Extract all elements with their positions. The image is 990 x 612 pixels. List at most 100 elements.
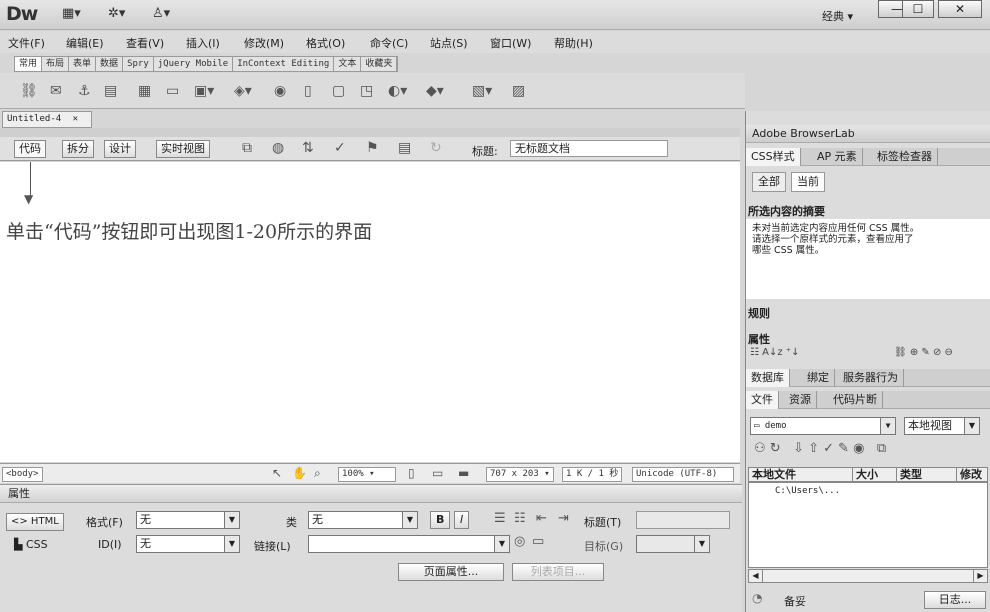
tab-data[interactable]: 数据	[96, 57, 124, 71]
rules-heading[interactable]: 规则	[748, 305, 770, 321]
css-mode-all[interactable]: 全部	[752, 172, 786, 192]
tab-text[interactable]: 文本	[334, 57, 362, 71]
file-row[interactable]: C:\Users\...	[775, 486, 840, 496]
tab-incontext-editing[interactable]: InContext Editing	[233, 57, 335, 71]
menu-window[interactable]: 窗口(W)	[490, 35, 531, 51]
tab-jquery-mobile[interactable]: jQuery Mobile	[154, 57, 234, 71]
tab-server-behaviors[interactable]: 服务器行为	[838, 369, 904, 387]
multiscreen-icon[interactable]: ⧉	[242, 140, 252, 156]
properties-header[interactable]: 属性	[0, 485, 742, 503]
log-button[interactable]: 日志...	[924, 591, 986, 609]
ordered-list-icon[interactable]: ☷	[514, 511, 526, 526]
hyperlink-icon[interactable]: ⛓	[20, 83, 38, 99]
tab-bindings[interactable]: 绑定	[802, 369, 835, 387]
menu-help[interactable]: 帮助(H)	[554, 35, 593, 51]
id-select[interactable]: 无 ▼	[136, 535, 240, 553]
tab-ap-elements[interactable]: AP 元素	[812, 148, 863, 166]
horizontal-rule-icon[interactable]: ▤	[104, 83, 117, 99]
templates-icon[interactable]: ▨	[512, 83, 525, 99]
preview-browser-icon[interactable]: ◍	[272, 140, 284, 156]
css-mode-current[interactable]: 当前	[791, 172, 825, 192]
html-mode-button[interactable]: <> HTML	[6, 513, 64, 531]
image-icon[interactable]: ▣▾	[194, 83, 214, 99]
table-icon[interactable]: ▦	[138, 83, 151, 99]
email-link-icon[interactable]: ✉	[50, 83, 62, 99]
menu-view[interactable]: 查看(V)	[126, 35, 164, 51]
title-attr-input[interactable]	[636, 511, 730, 529]
div-icon[interactable]: ▭	[166, 83, 179, 99]
workspace-switcher[interactable]: 经典 ▾	[822, 8, 853, 24]
tab-css-styles[interactable]: CSS样式	[746, 148, 801, 166]
unordered-list-icon[interactable]: ☰	[494, 511, 506, 526]
css-mode-button[interactable]: ▙ CSS	[14, 538, 48, 551]
comment-icon[interactable]: ▢	[332, 83, 345, 99]
w3c-validation-icon[interactable]: ✓	[334, 140, 346, 156]
tab-layout[interactable]: 布局	[42, 57, 70, 71]
design-view-button[interactable]: 设计	[104, 140, 136, 158]
mobile-size-icon[interactable]: ▯	[408, 466, 415, 480]
close-button[interactable]: ✕	[938, 0, 982, 18]
maximize-button[interactable]: ☐	[902, 0, 934, 18]
desktop-size-icon[interactable]: ▬	[458, 466, 469, 480]
format-select[interactable]: 无 ▼	[136, 511, 240, 529]
menu-format[interactable]: 格式(O)	[306, 35, 345, 51]
indent-icon[interactable]: ⇥	[558, 511, 569, 526]
layout-icon[interactable]: ▦▾	[62, 6, 81, 21]
tab-databases[interactable]: 数据库	[746, 369, 790, 387]
menu-file[interactable]: 文件(F)	[8, 35, 45, 51]
select-tool-icon[interactable]: ↖	[272, 466, 282, 480]
class-select[interactable]: 无 ▼	[308, 511, 418, 529]
live-view-button[interactable]: 实时视图	[156, 140, 210, 158]
extend-icon[interactable]: ✲▾	[108, 6, 125, 21]
page-properties-button[interactable]: 页面属性...	[398, 563, 504, 581]
split-view-button[interactable]: 拆分	[62, 140, 94, 158]
script-icon[interactable]: ◐▾	[388, 83, 407, 99]
view-select[interactable]: 本地视图 ▼	[904, 417, 980, 435]
link-input[interactable]: ▼	[308, 535, 510, 553]
italic-button[interactable]: I	[454, 511, 470, 529]
file-list[interactable]: C:\Users\...	[748, 482, 988, 568]
document-tab[interactable]: Untitled-4 ✕	[2, 111, 92, 128]
tag-chooser-icon[interactable]: ▧▾	[472, 83, 492, 99]
hand-tool-icon[interactable]: ✋	[292, 466, 307, 480]
tab-snippets[interactable]: 代码片断	[828, 391, 883, 409]
template-icon[interactable]: ◆▾	[426, 83, 444, 99]
media-icon[interactable]: ◈▾	[234, 83, 252, 99]
head-icon[interactable]: ◳	[360, 83, 373, 99]
scroll-left-icon[interactable]: ◀	[749, 570, 763, 582]
menu-commands[interactable]: 命令(C)	[370, 35, 408, 51]
col-local-files[interactable]: 本地文件	[749, 468, 853, 482]
code-view-button[interactable]: 代码	[14, 140, 46, 158]
tab-assets[interactable]: 资源	[784, 391, 817, 409]
target-select[interactable]: ▼	[636, 535, 710, 553]
point-to-file-icon[interactable]: ◎	[514, 534, 525, 549]
bold-button[interactable]: B	[430, 511, 451, 529]
zoom-select[interactable]: 100% ▾	[338, 467, 396, 482]
list-item-button[interactable]: 列表项目...	[512, 563, 604, 581]
site-select[interactable]: ▭ demo ▼	[750, 417, 896, 435]
document-canvas[interactable]: ▼ 单击“代码”按钮即可出现图1-20所示的界面	[0, 162, 740, 462]
tab-forms[interactable]: 表单	[69, 57, 97, 71]
menu-edit[interactable]: 编辑(E)	[66, 35, 104, 51]
zoom-tool-icon[interactable]: ⌕	[314, 466, 321, 481]
menu-site[interactable]: 站点(S)	[430, 35, 468, 51]
browser-compat-icon[interactable]: ⚑	[366, 140, 379, 156]
col-size[interactable]: 大小	[853, 468, 897, 482]
visual-aids-icon[interactable]: ▤	[398, 140, 411, 156]
menu-insert[interactable]: 插入(I)	[186, 35, 220, 51]
css-view-icons[interactable]: ☷ A↓z ⁺↓	[750, 347, 799, 358]
outdent-icon[interactable]: ⇤	[536, 511, 547, 526]
menu-modify[interactable]: 修改(M)	[244, 35, 284, 51]
close-icon[interactable]: ✕	[73, 114, 78, 124]
browse-folder-icon[interactable]: ▭	[532, 534, 544, 549]
server-include-icon[interactable]: ▯	[304, 83, 312, 99]
tag-selector[interactable]: <body>	[2, 467, 43, 482]
refresh-icon[interactable]: ↻	[430, 140, 442, 156]
window-size[interactable]: 707 x 203 ▾	[486, 467, 554, 482]
file-scrollbar[interactable]: ◀ ▶	[748, 569, 988, 583]
date-icon[interactable]: ◉	[274, 83, 286, 99]
col-modified[interactable]: 修改	[957, 468, 989, 482]
scroll-right-icon[interactable]: ▶	[973, 570, 987, 582]
named-anchor-icon[interactable]: ⚓	[78, 83, 91, 99]
tab-tag-inspector[interactable]: 标签检查器	[872, 148, 938, 166]
